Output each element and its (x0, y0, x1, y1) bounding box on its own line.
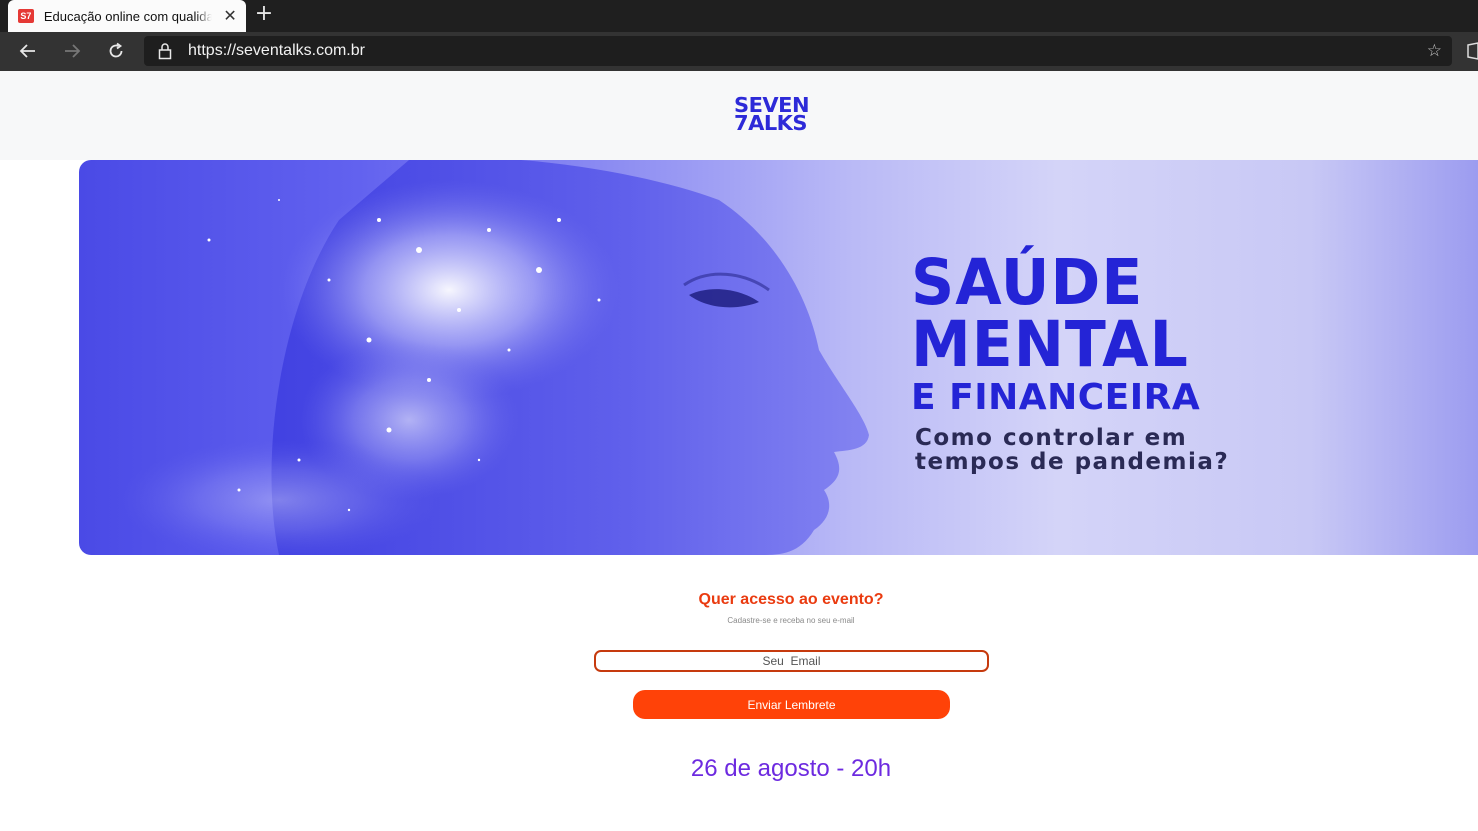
close-icon[interactable]: ✕ (222, 6, 238, 26)
site-logo[interactable]: SEVEN 7ALKS (734, 95, 838, 136)
email-field[interactable] (594, 650, 989, 672)
address-bar[interactable]: https://seventalks.com.br ☆ (144, 36, 1452, 66)
hero-banner: SAÚDE MENTAL E FINANCEIRA Como controlar… (79, 160, 1478, 555)
reload-icon[interactable] (101, 36, 131, 66)
browser-tab[interactable]: S7 Educação online com qualidade | Seven… (8, 0, 246, 32)
browser-tab-bar: S7 Educação online com qualidade | Seven… (0, 0, 1478, 32)
logo-line-2: 7ALKS (734, 111, 808, 135)
favicon-icon: S7 (18, 9, 34, 23)
tab-title: Educação online com qualidade | Seven Ta… (43, 8, 213, 24)
hero-subtitle-line-1: Como controlar em (915, 425, 1188, 451)
hero-portrait-image (119, 160, 869, 555)
forward-icon[interactable] (57, 36, 87, 66)
url-text[interactable]: https://seventalks.com.br (188, 42, 365, 60)
back-icon[interactable] (13, 36, 43, 66)
hero-title-line-2: MENTAL (911, 308, 1189, 382)
send-reminder-button[interactable]: Enviar Lembrete (633, 690, 950, 719)
hero-title-line-3: E FINANCEIRA (911, 377, 1201, 418)
event-date: 26 de agosto - 20h (690, 755, 892, 782)
lock-icon[interactable] (158, 42, 172, 65)
plus-icon[interactable]: + (252, 3, 276, 27)
extension-icon[interactable] (1466, 40, 1478, 62)
browser-toolbar: https://seventalks.com.br ☆ (0, 32, 1478, 71)
hero-subtitle-line-2: tempos de pandemia? (915, 449, 1230, 475)
hero-title: SAÚDE MENTAL E FINANCEIRA (911, 246, 1201, 418)
cta-title: Quer acesso ao evento? (698, 591, 884, 608)
hero-title-line-1: SAÚDE (911, 246, 1144, 320)
cta-subtitle: Cadastre-se e receba no seu e-mail (727, 616, 855, 625)
hero-subtitle: Como controlar em tempos de pandemia? (915, 426, 1229, 474)
star-icon[interactable]: ☆ (1427, 41, 1442, 61)
